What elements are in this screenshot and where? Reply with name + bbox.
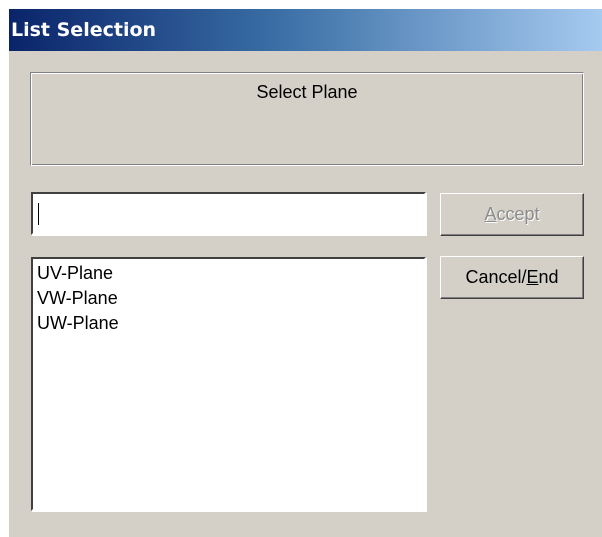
prompt-text: Select Plane: [256, 82, 358, 102]
list-item-uw-plane[interactable]: UW-Plane: [37, 311, 420, 336]
list-item-uv-plane[interactable]: UV-Plane: [37, 261, 420, 286]
cancel-label-rest: nd: [538, 267, 559, 287]
plane-listbox[interactable]: UV-Plane VW-Plane UW-Plane: [31, 257, 426, 511]
window-title: List Selection: [9, 9, 602, 51]
text-caret: [38, 203, 39, 225]
cancel-end-button[interactable]: Cancel/End: [440, 256, 584, 299]
selection-input[interactable]: [33, 194, 424, 233]
accept-label-rest: ccept: [496, 204, 540, 224]
cancel-mnemonic: E: [526, 267, 539, 287]
prompt-panel: Select Plane: [30, 72, 584, 166]
list-item-vw-plane[interactable]: VW-Plane: [37, 286, 420, 311]
list-selection-dialog: List Selection Select Plane Accept UV-Pl…: [9, 9, 602, 537]
cancel-label-prefix: Cancel/: [465, 267, 527, 287]
accept-button[interactable]: Accept: [440, 193, 584, 236]
accept-mnemonic: A: [484, 204, 497, 224]
selection-input-container: [31, 192, 426, 235]
